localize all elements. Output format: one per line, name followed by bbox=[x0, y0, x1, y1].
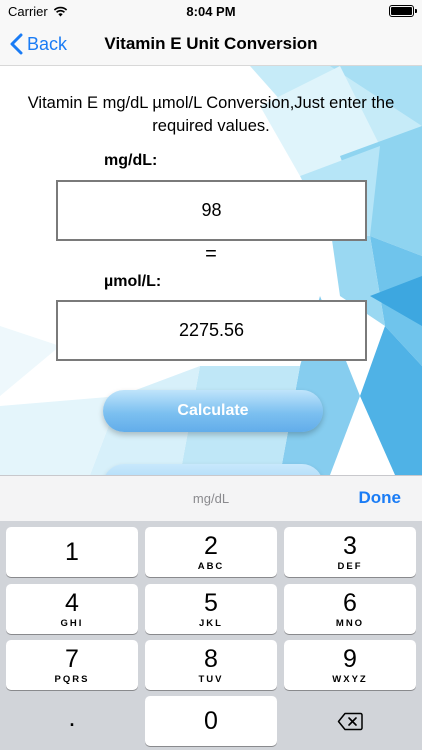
key-decimal[interactable]: . bbox=[6, 696, 138, 746]
wifi-icon bbox=[53, 6, 67, 16]
key-digit: 8 bbox=[204, 644, 218, 673]
key-letters: WXYZ bbox=[332, 673, 368, 685]
numeric-keypad: 1 2 ABC 3 DEF 4 GHI 5 JKL 6 MNO 7 PQRS 8… bbox=[0, 521, 422, 750]
mg-dl-input[interactable]: 98 bbox=[56, 180, 367, 241]
battery-icon bbox=[389, 5, 417, 17]
key-digit: 2 bbox=[204, 531, 218, 560]
key-2[interactable]: 2 ABC bbox=[145, 527, 277, 577]
battery-level bbox=[391, 7, 412, 15]
equals-sign: = bbox=[205, 243, 217, 265]
key-letters: MNO bbox=[335, 617, 365, 629]
key-digit: . bbox=[68, 702, 76, 732]
converter-panel: Vitamin E mg/dL µmol/L Conversion,Just e… bbox=[0, 66, 422, 475]
key-8[interactable]: 8 TUV bbox=[145, 640, 277, 690]
key-6[interactable]: 6 MNO bbox=[284, 584, 416, 634]
key-letters: ABC bbox=[197, 560, 225, 572]
key-digit: 1 bbox=[65, 538, 79, 566]
key-digit: 0 bbox=[204, 707, 218, 735]
key-1[interactable]: 1 bbox=[6, 527, 138, 577]
back-button[interactable]: Back bbox=[10, 22, 67, 66]
instruction-text: Vitamin E mg/dL µmol/L Conversion,Just e… bbox=[27, 94, 395, 135]
key-letters: DEF bbox=[337, 560, 363, 572]
carrier-label: Carrier bbox=[8, 3, 48, 19]
key-digit: 4 bbox=[65, 588, 79, 617]
key-digit: 9 bbox=[343, 644, 357, 673]
back-label: Back bbox=[27, 33, 68, 54]
secondary-button[interactable] bbox=[103, 464, 323, 475]
umol-l-result-field[interactable]: 2275.56 bbox=[56, 300, 367, 361]
chevron-left-icon bbox=[10, 33, 23, 55]
key-letters: JKL bbox=[199, 617, 223, 629]
input-unit-label: mg/dL: bbox=[104, 152, 158, 169]
key-5[interactable]: 5 JKL bbox=[145, 584, 277, 634]
done-button[interactable]: Done bbox=[359, 488, 402, 508]
key-digit: 7 bbox=[65, 644, 79, 673]
keyboard-toolbar: mg/dL Done bbox=[0, 475, 422, 521]
key-letters: TUV bbox=[198, 673, 224, 685]
key-digit: 6 bbox=[343, 588, 357, 617]
key-0[interactable]: 0 bbox=[145, 696, 277, 746]
key-9[interactable]: 9 WXYZ bbox=[284, 640, 416, 690]
status-left: Carrier bbox=[8, 4, 68, 19]
result-unit-label: µmol/L: bbox=[104, 273, 162, 290]
backspace-icon bbox=[337, 712, 363, 730]
status-bar: Carrier 8:04 PM bbox=[0, 0, 422, 22]
navigation-bar: Back Vitamin E Unit Conversion bbox=[0, 22, 422, 66]
calculate-button[interactable]: Calculate bbox=[103, 390, 323, 432]
key-7[interactable]: 7 PQRS bbox=[6, 640, 138, 690]
key-digit: 5 bbox=[204, 588, 218, 617]
key-letters: GHI bbox=[60, 617, 84, 629]
key-digit: 3 bbox=[343, 531, 357, 560]
delete-key[interactable] bbox=[284, 696, 416, 746]
key-letters: PQRS bbox=[54, 673, 90, 685]
key-4[interactable]: 4 GHI bbox=[6, 584, 138, 634]
key-3[interactable]: 3 DEF bbox=[284, 527, 416, 577]
